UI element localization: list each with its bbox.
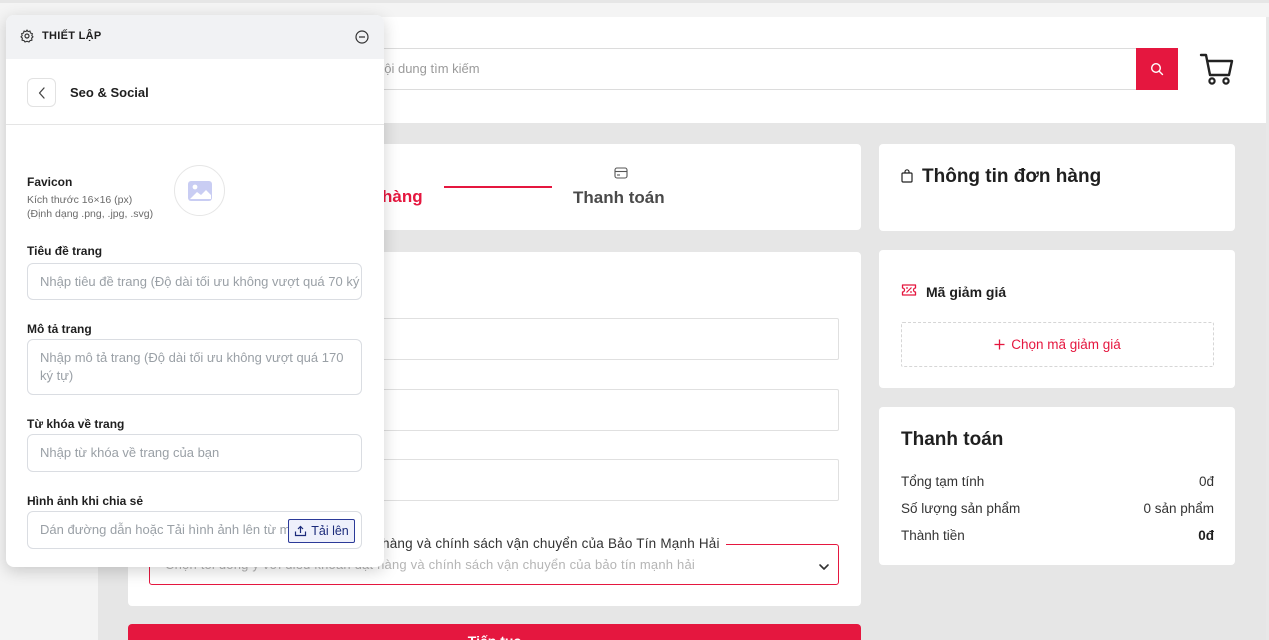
- summary-value: 0đ: [1198, 474, 1214, 489]
- collapse-icon[interactable]: [355, 30, 369, 49]
- section-title: Seo & Social: [70, 85, 149, 100]
- summary-label: Số lượng sản phẩm: [901, 501, 1021, 516]
- summary-value: 0 sản phẩm: [1143, 501, 1214, 516]
- image-icon: [187, 180, 212, 201]
- plus-icon: [994, 339, 1005, 350]
- summary-row-quantity: Số lượng sản phẩm 0 sản phẩm: [901, 501, 1214, 516]
- page-keywords-label: Từ khóa về trang: [27, 417, 125, 431]
- choose-discount-button[interactable]: Chọn mã giảm giá: [901, 322, 1214, 367]
- settings-panel: THIẾT LẬP Seo & Social Favicon Kích thướ…: [6, 15, 384, 567]
- upload-label: Tải lên: [311, 524, 349, 538]
- continue-button[interactable]: Tiếp tục: [128, 624, 861, 640]
- page-keywords-input[interactable]: Nhập từ khóa về trang của bạn: [27, 434, 362, 472]
- favicon-format-note: (Định dạng .png, .jpg, .svg): [27, 208, 154, 220]
- summary-row-subtotal: Tổng tạm tính 0đ: [901, 474, 1214, 489]
- step-payment-label[interactable]: Thanh toán: [573, 188, 665, 208]
- summary-row-total: Thành tiền 0đ: [901, 528, 1214, 543]
- policy-select-label: hàng và chính sách vận chuyển của Bảo Tí…: [382, 536, 726, 551]
- summary-value: 0đ: [1198, 528, 1214, 543]
- payment-summary-title: Thanh toán: [901, 429, 1004, 450]
- shopping-bag-icon: [901, 169, 913, 188]
- page-description-label: Mô tả trang: [27, 322, 92, 336]
- choose-discount-label: Chọn mã giảm giá: [1011, 337, 1121, 352]
- page-description-input[interactable]: Nhập mô tả trang (Độ dài tối ưu không vư…: [27, 339, 362, 395]
- summary-label: Tổng tạm tính: [901, 474, 985, 489]
- upload-button[interactable]: Tải lên: [288, 519, 355, 543]
- upload-icon: [295, 525, 307, 537]
- top-divider: [0, 0, 1269, 3]
- form-field-3[interactable]: [362, 459, 839, 501]
- cart-icon: [1199, 53, 1234, 85]
- gear-icon: [20, 29, 34, 48]
- order-info-title: Thông tin đơn hàng: [922, 166, 1102, 187]
- credit-card-icon: [614, 166, 628, 184]
- search-icon: [1150, 62, 1164, 76]
- favicon-label: Favicon: [27, 175, 73, 189]
- share-image-label: Hình ảnh khi chia sẻ: [27, 494, 144, 508]
- step-connector: [444, 186, 552, 188]
- form-field-1[interactable]: [362, 318, 839, 360]
- chevron-down-icon[interactable]: [818, 559, 830, 577]
- search-input[interactable]: nội dung tìm kiếm: [280, 48, 1138, 90]
- discount-title: Mã giảm giá: [926, 284, 1007, 300]
- settings-panel-title: THIẾT LẬP: [42, 30, 102, 42]
- back-button[interactable]: [27, 78, 56, 107]
- settings-panel-header: THIẾT LẬP: [6, 15, 384, 59]
- search-button[interactable]: [1136, 48, 1178, 90]
- form-field-2[interactable]: [362, 389, 839, 431]
- cart-button[interactable]: [1199, 52, 1235, 86]
- chevron-left-icon: [38, 86, 45, 99]
- favicon-size-note: Kích thước 16×16 (px): [27, 194, 133, 206]
- step-cart-label[interactable]: hàng: [382, 187, 423, 207]
- page-title-label: Tiêu đề trang: [27, 244, 103, 258]
- discount-ticket-icon: [901, 283, 917, 302]
- discount-card: [879, 250, 1235, 388]
- page-title-input[interactable]: Nhập tiêu đề trang (Độ dài tối ưu không …: [27, 263, 362, 300]
- panel-subheader: Seo & Social: [6, 59, 384, 125]
- favicon-upload[interactable]: [174, 165, 225, 216]
- summary-label: Thành tiền: [901, 528, 965, 543]
